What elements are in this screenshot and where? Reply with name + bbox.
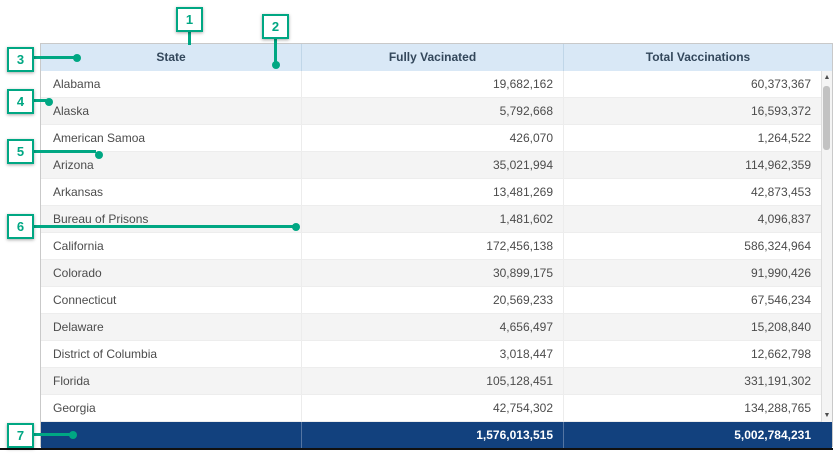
cell-total-vaccinations: 60,373,367 (564, 71, 832, 97)
cell-fully-vaccinated: 30,899,175 (302, 260, 564, 286)
cell-fully-vaccinated: 20,569,233 (302, 287, 564, 313)
cell-fully-vaccinated: 172,456,138 (302, 233, 564, 259)
callout-2: 2 (262, 14, 289, 39)
table-row[interactable]: Alabama 19,682,162 60,373,367 (41, 71, 832, 98)
table-row[interactable]: American Samoa 426,070 1,264,522 (41, 125, 832, 152)
callout-3: 3 (7, 47, 34, 72)
cell-state: California (41, 233, 302, 259)
table-body: Alabama 19,682,162 60,373,367 Alaska 5,7… (41, 71, 832, 422)
callout-6-line (33, 225, 293, 228)
table-row[interactable]: Bureau of Prisons 1,481,602 4,096,837 (41, 206, 832, 233)
table-row[interactable]: Delaware 4,656,497 15,208,840 (41, 314, 832, 341)
cell-total-vaccinations: 4,096,837 (564, 206, 832, 232)
callout-7-dot (69, 431, 77, 439)
cell-state: Colorado (41, 260, 302, 286)
cell-total-vaccinations: 15,208,840 (564, 314, 832, 340)
callout-6: 6 (7, 214, 34, 239)
callout-3-line (33, 56, 75, 59)
column-header[interactable]: Fully Vacinated (302, 44, 564, 71)
callout-7: 7 (7, 423, 34, 448)
cell-fully-vaccinated: 4,656,497 (302, 314, 564, 340)
scrollbar-thumb[interactable] (823, 86, 830, 150)
cell-fully-vaccinated: 35,021,994 (302, 152, 564, 178)
cell-total-vaccinations: 12,662,798 (564, 341, 832, 367)
cell-total-vaccinations: 331,191,302 (564, 368, 832, 394)
cell-fully-vaccinated: 105,128,451 (302, 368, 564, 394)
page: State Fully Vacinated Total Vaccinations… (0, 0, 833, 453)
table-row[interactable]: Alaska 5,792,668 16,593,372 (41, 98, 832, 125)
cell-total-vaccinations: 91,990,426 (564, 260, 832, 286)
cell-state: District of Columbia (41, 341, 302, 367)
cell-fully-vaccinated: 42,754,302 (302, 395, 564, 421)
table-row[interactable]: Florida 105,128,451 331,191,302 (41, 368, 832, 395)
cell-state: Florida (41, 368, 302, 394)
cell-fully-vaccinated: 19,682,162 (302, 71, 564, 97)
total-fully-vaccinated: 1,576,013,515 (302, 422, 564, 448)
callout-6-dot (292, 223, 300, 231)
scroll-up-icon[interactable]: ▲ (822, 71, 832, 84)
callout-4: 4 (7, 89, 34, 114)
cell-total-vaccinations: 114,962,359 (564, 152, 832, 178)
bottom-border-line (0, 448, 833, 450)
cell-total-vaccinations: 16,593,372 (564, 98, 832, 124)
cell-state: Arkansas (41, 179, 302, 205)
callout-2-dot (272, 61, 280, 69)
callout-1-line (188, 31, 191, 45)
callout-5-line (33, 150, 96, 153)
cell-total-vaccinations: 67,546,234 (564, 287, 832, 313)
table-header-row: State Fully Vacinated Total Vaccinations (41, 44, 832, 71)
table-row[interactable]: Arizona 35,021,994 114,962,359 (41, 152, 832, 179)
table-row[interactable]: California 172,456,138 586,324,964 (41, 233, 832, 260)
column-header[interactable]: Total Vaccinations (564, 44, 832, 71)
total-row-empty-cell (41, 422, 302, 448)
cell-state: Delaware (41, 314, 302, 340)
cell-fully-vaccinated: 1,481,602 (302, 206, 564, 232)
callout-1: 1 (176, 7, 203, 32)
callout-5-dot (95, 151, 103, 159)
table-row[interactable]: Arkansas 13,481,269 42,873,453 (41, 179, 832, 206)
cell-fully-vaccinated: 426,070 (302, 125, 564, 151)
table-row[interactable]: District of Columbia 3,018,447 12,662,79… (41, 341, 832, 368)
total-row: 1,576,013,515 5,002,784,231 (41, 422, 832, 448)
cell-total-vaccinations: 586,324,964 (564, 233, 832, 259)
scrollbar-track[interactable] (822, 84, 832, 409)
callout-3-dot (73, 54, 81, 62)
vertical-scrollbar[interactable]: ▲ ▼ (821, 71, 832, 422)
table-row[interactable]: Georgia 42,754,302 134,288,765 (41, 395, 832, 422)
cell-fully-vaccinated: 13,481,269 (302, 179, 564, 205)
cell-total-vaccinations: 134,288,765 (564, 395, 832, 421)
cell-state: Connecticut (41, 287, 302, 313)
vaccination-table: State Fully Vacinated Total Vaccinations… (40, 43, 833, 447)
callout-7-line (33, 433, 71, 436)
cell-fully-vaccinated: 3,018,447 (302, 341, 564, 367)
cell-state: Georgia (41, 395, 302, 421)
scroll-down-icon[interactable]: ▼ (822, 409, 832, 422)
cell-fully-vaccinated: 5,792,668 (302, 98, 564, 124)
table-row[interactable]: Connecticut 20,569,233 67,546,234 (41, 287, 832, 314)
cell-total-vaccinations: 42,873,453 (564, 179, 832, 205)
cell-state: Bureau of Prisons (41, 206, 302, 232)
callout-4-dot (45, 98, 53, 106)
callout-5: 5 (7, 139, 34, 164)
cell-total-vaccinations: 1,264,522 (564, 125, 832, 151)
cell-state: Alaska (41, 98, 302, 124)
cell-state: Arizona (41, 152, 302, 178)
cell-state: American Samoa (41, 125, 302, 151)
total-total-vaccinations: 5,002,784,231 (564, 422, 832, 448)
table-row[interactable]: Colorado 30,899,175 91,990,426 (41, 260, 832, 287)
cell-state: Alabama (41, 71, 302, 97)
